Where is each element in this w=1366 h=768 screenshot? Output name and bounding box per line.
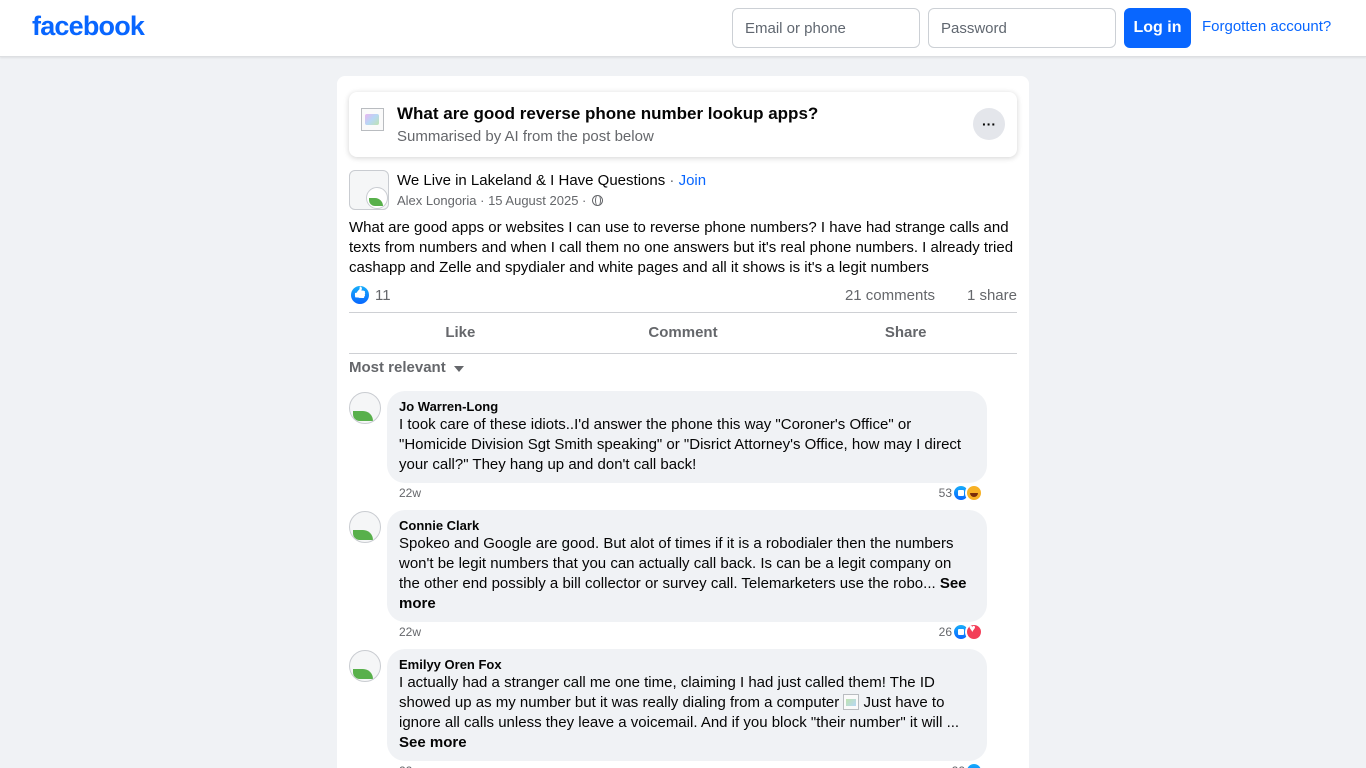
comment-button[interactable]: Comment — [572, 313, 795, 353]
comment-time[interactable]: 22w — [399, 625, 421, 639]
caret-down-icon — [453, 366, 464, 372]
email-input[interactable] — [732, 8, 920, 48]
forgotten-account-link[interactable]: Forgotten account? — [1202, 18, 1331, 35]
commenter-avatar[interactable] — [349, 650, 381, 682]
reaction-count: 22 — [952, 764, 965, 768]
reactions-summary: 11 21 comments 1 share — [349, 284, 1017, 306]
comments-count[interactable]: 21 comments — [845, 287, 935, 304]
comment-time[interactable]: 22w — [399, 764, 421, 768]
globe-icon — [591, 194, 603, 206]
comment-text: Spokeo and Google are good. But alot of … — [399, 534, 975, 614]
top-navigation-bar: facebook Log in Forgotten account? — [0, 0, 1366, 57]
reaction-count: 53 — [938, 486, 952, 500]
more-options-button[interactable]: ··· — [973, 108, 1005, 140]
comment-text: I took care of these idiots..I'd answer … — [399, 416, 962, 473]
commenter-name[interactable]: Jo Warren-Long — [399, 399, 975, 415]
facebook-logo[interactable]: facebook — [32, 11, 145, 42]
commenter-avatar[interactable] — [349, 511, 381, 543]
comment-bubble: Jo Warren-Long I took care of these idio… — [387, 391, 987, 483]
like-count[interactable]: 11 — [375, 287, 391, 304]
like-button[interactable]: Like — [349, 313, 572, 353]
like-reaction-icon — [965, 762, 983, 768]
comment-bubble: Connie Clark Spokeo and Google are good.… — [387, 510, 987, 622]
join-link[interactable]: Join — [679, 172, 707, 189]
commenter-name[interactable]: Connie Clark — [399, 518, 975, 534]
broken-image-icon — [843, 694, 860, 710]
comment-text-body: Spokeo and Google are good. But alot of … — [399, 535, 954, 592]
love-reaction-icon — [965, 623, 983, 641]
group-avatar[interactable] — [349, 170, 389, 210]
comment-sort-dropdown[interactable]: Most relevant — [349, 359, 464, 376]
comment-bubble: Emilyy Oren Fox I actually had a strange… — [387, 649, 987, 761]
author-name-link[interactable]: Alex Longoria — [397, 193, 477, 208]
commenter-avatar[interactable] — [349, 392, 381, 424]
separator: · — [476, 193, 489, 208]
separator: · — [578, 193, 590, 208]
comment-reactions[interactable]: 26 — [939, 623, 983, 641]
post-date-link[interactable]: 15 August 2025 — [488, 193, 578, 208]
reaction-count: 26 — [938, 625, 952, 639]
summary-title: What are good reverse phone number looku… — [397, 104, 819, 123]
sort-label: Most relevant — [349, 359, 446, 376]
shares-count[interactable]: 1 share — [967, 287, 1017, 304]
comment-reactions[interactable]: 22 — [952, 762, 983, 768]
summary-subtitle: Summarised by AI from the post below — [397, 128, 654, 145]
comment-text: I actually had a stranger call me one ti… — [399, 673, 975, 753]
group-header: We Live in Lakeland & I Have Questions ·… — [397, 172, 706, 189]
see-more-link[interactable]: See more — [399, 734, 467, 751]
password-input[interactable] — [928, 8, 1116, 48]
post-meta: Alex Longoria · 15 August 2025 · — [397, 193, 603, 208]
broken-image-icon — [361, 108, 384, 131]
post-card: What are good reverse phone number looku… — [337, 76, 1029, 768]
ai-summary-box: What are good reverse phone number looku… — [349, 92, 1017, 157]
commenter-name[interactable]: Emilyy Oren Fox — [399, 657, 975, 673]
share-button[interactable]: Share — [794, 313, 1017, 353]
post-text: What are good apps or websites I can use… — [349, 219, 1014, 276]
author-avatar[interactable] — [366, 187, 388, 209]
haha-reaction-icon — [965, 484, 983, 502]
comment-time[interactable]: 22w — [399, 486, 421, 500]
group-name-link[interactable]: We Live in Lakeland & I Have Questions — [397, 172, 665, 189]
post-actions: Like Comment Share — [349, 312, 1017, 354]
comment-reactions[interactable]: 53 — [939, 484, 983, 502]
separator: · — [665, 172, 679, 189]
like-reaction-icon[interactable] — [351, 286, 369, 304]
login-button[interactable]: Log in — [1124, 8, 1191, 48]
